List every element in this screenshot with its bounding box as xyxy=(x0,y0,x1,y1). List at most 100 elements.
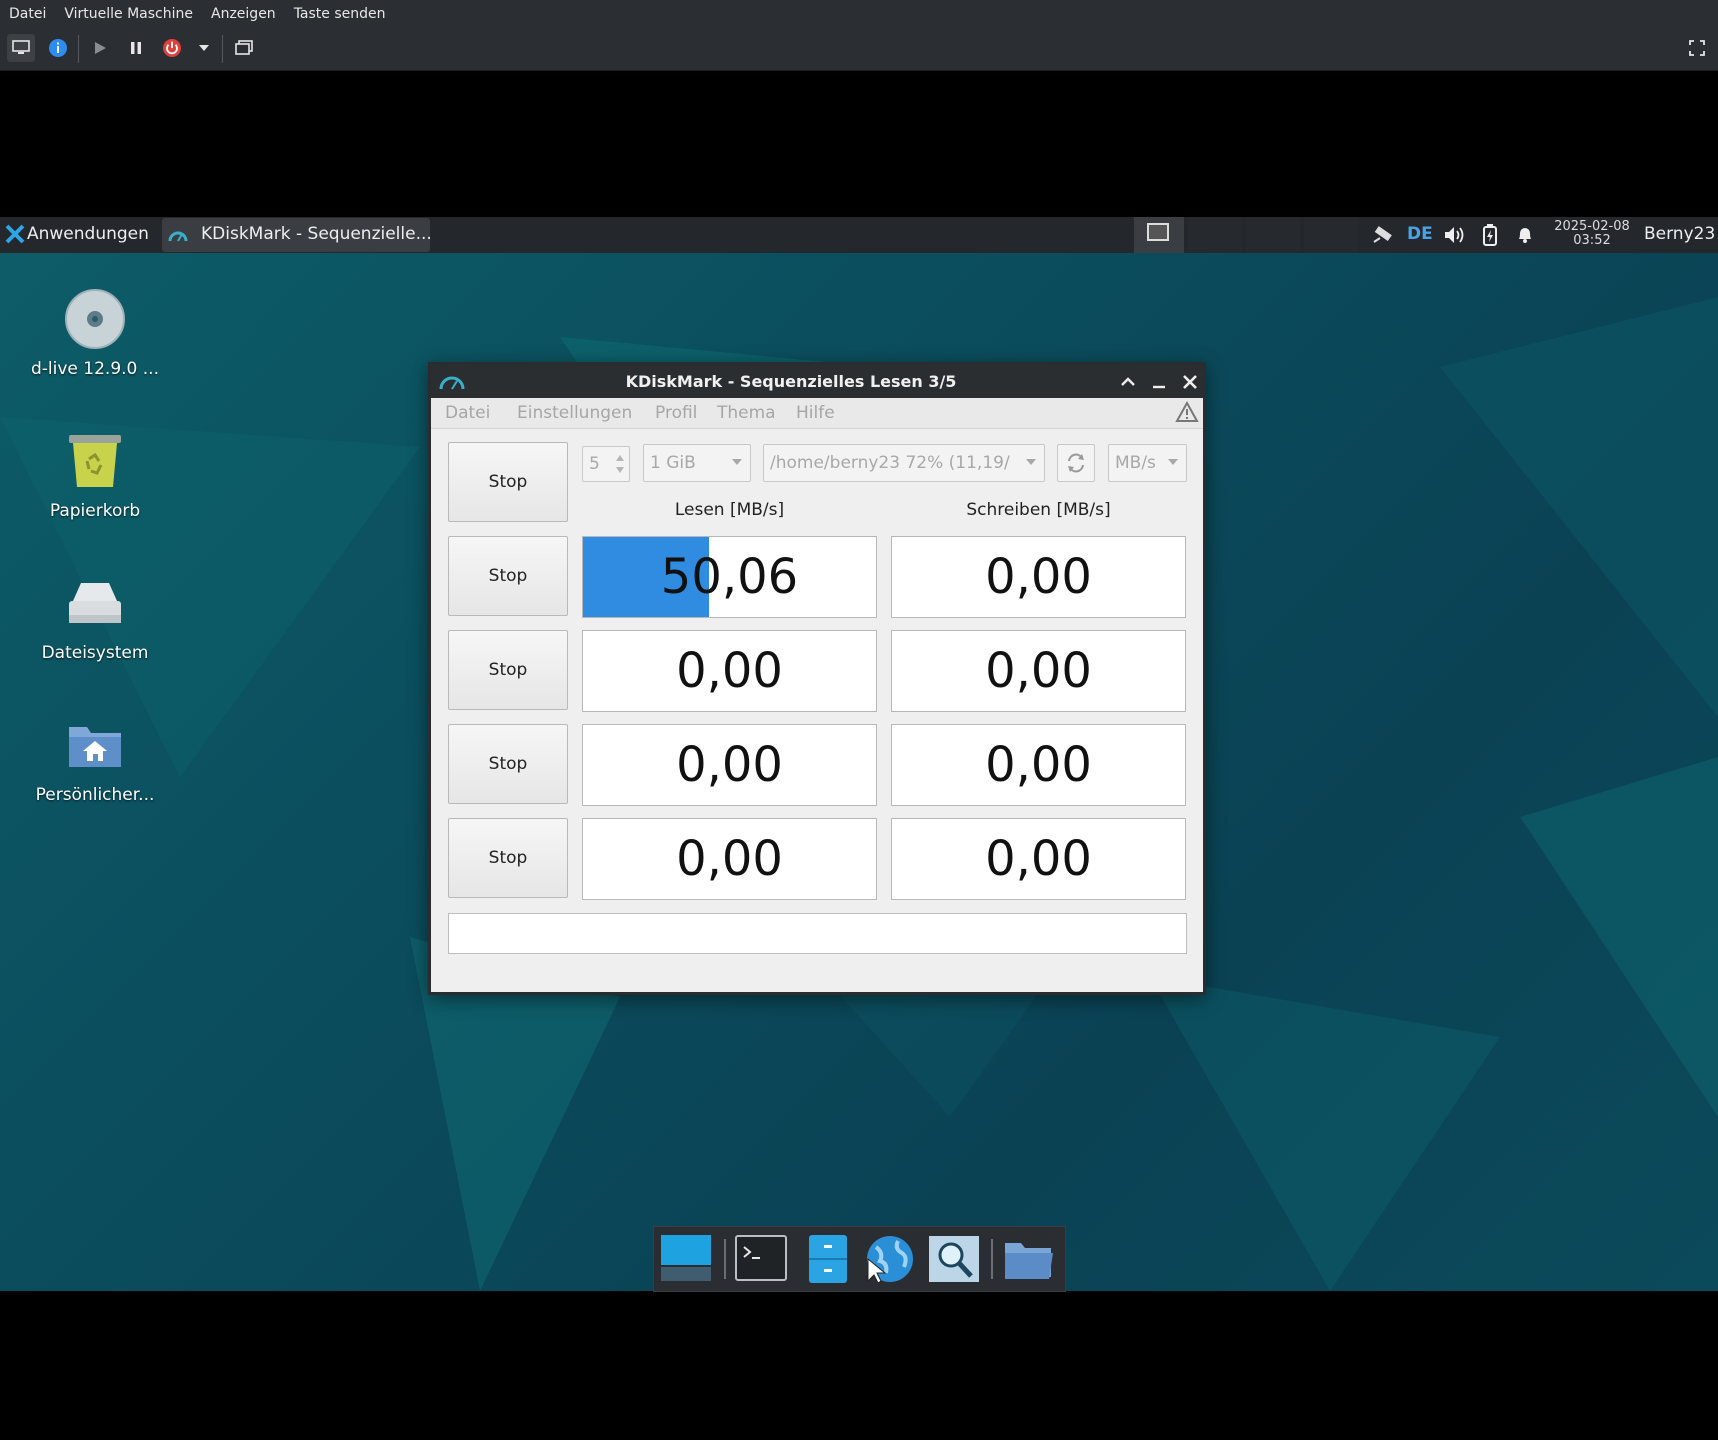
write-value: 0,00 xyxy=(985,643,1092,699)
host-menu-datei[interactable]: Datei xyxy=(0,6,55,22)
window-titlebar[interactable]: KDiskMark - Sequenzielles Lesen 3/5 xyxy=(431,365,1203,398)
menu-einstellungen[interactable]: Einstellungen xyxy=(517,403,632,423)
clock[interactable]: 2025-02-08 03:52 xyxy=(1552,220,1632,248)
taskbar-item-kdiskmark[interactable]: KDiskMark - Sequenzielle... xyxy=(162,218,432,252)
desktop-icon-label: Persönlicher... xyxy=(35,785,155,805)
target-path-select[interactable]: /home/berny23 72% (11,19/ xyxy=(763,444,1045,482)
home-folder-icon xyxy=(63,713,127,777)
notifications-bell-icon[interactable] xyxy=(1516,224,1534,244)
write-result-row-2: 0,00 xyxy=(891,630,1186,712)
write-column-header: Schreiben [MB/s] xyxy=(966,500,1111,520)
dock-file-manager-icon[interactable] xyxy=(801,1233,855,1285)
spin-arrows-icon[interactable] xyxy=(613,450,627,478)
host-menu-anzeigen[interactable]: Anzeigen xyxy=(202,6,285,22)
size-select[interactable]: 1 GiB xyxy=(643,444,751,482)
refresh-button[interactable] xyxy=(1057,444,1095,482)
menu-datei[interactable]: Datei xyxy=(445,403,490,423)
desktop-icon-dlive[interactable]: d-live 12.9.0 ... xyxy=(25,287,165,379)
guest-top-panel: Anwendungen KDiskMark - Sequenzielle... … xyxy=(0,217,1718,253)
workspace-4[interactable] xyxy=(1304,217,1358,253)
desktop-icon-dateisystem[interactable]: Dateisystem xyxy=(25,571,165,663)
host-menu-taste-senden[interactable]: Taste senden xyxy=(285,6,395,22)
battery-icon[interactable] xyxy=(1482,224,1498,246)
workspace-1[interactable] xyxy=(1134,217,1184,253)
dock-separator xyxy=(991,1239,993,1279)
play-icon[interactable] xyxy=(86,34,114,62)
clock-date: 2025-02-08 xyxy=(1554,219,1630,234)
unit-select[interactable]: MB/s xyxy=(1108,444,1187,482)
host-toolbar xyxy=(0,27,1718,71)
clock-time: 03:52 xyxy=(1573,233,1611,248)
comment-input[interactable] xyxy=(448,913,1187,954)
trash-icon xyxy=(63,429,127,493)
path-value: /home/berny23 72% (11,19/ xyxy=(770,453,1010,473)
network-icon[interactable] xyxy=(1372,225,1394,245)
read-value: 0,00 xyxy=(676,737,783,793)
pause-icon[interactable] xyxy=(122,34,150,62)
desktop-icon-label: Papierkorb xyxy=(49,501,141,521)
desktop-icon-home[interactable]: Persönlicher... xyxy=(25,713,165,805)
refresh-icon xyxy=(1068,453,1084,473)
read-result-row-2: 0,00 xyxy=(582,630,877,712)
stop-row-4-button[interactable]: Stop xyxy=(448,818,568,898)
runs-spinbox[interactable]: 5 xyxy=(582,446,630,482)
write-value: 0,00 xyxy=(985,549,1092,605)
desktop-icon-papierkorb[interactable]: Papierkorb xyxy=(25,429,165,521)
volume-icon[interactable] xyxy=(1443,225,1467,245)
window-icon[interactable] xyxy=(230,34,258,62)
read-column-header: Lesen [MB/s] xyxy=(674,500,785,520)
dock xyxy=(653,1226,1066,1292)
warning-icon[interactable] xyxy=(1175,400,1199,423)
runs-value: 5 xyxy=(589,454,600,474)
read-result-row-3: 0,00 xyxy=(582,724,877,806)
workspace-preview-icon xyxy=(1147,223,1169,241)
write-value: 0,00 xyxy=(985,737,1092,793)
workspace-3[interactable] xyxy=(1246,217,1300,253)
optical-disc-icon xyxy=(63,287,127,351)
power-menu-chevron-down-icon[interactable] xyxy=(190,34,218,62)
read-value: 50,06 xyxy=(660,549,799,605)
read-value: 0,00 xyxy=(676,831,783,887)
workspace-2[interactable] xyxy=(1188,217,1242,253)
close-icon[interactable] xyxy=(1180,372,1200,392)
xfce-apps-icon[interactable] xyxy=(5,224,25,244)
chevron-down-icon xyxy=(1168,459,1178,465)
dock-show-desktop-icon[interactable] xyxy=(659,1233,713,1285)
menu-profil[interactable]: Profil xyxy=(655,403,697,423)
info-icon[interactable] xyxy=(44,34,72,62)
stop-row-2-button[interactable]: Stop xyxy=(448,630,568,710)
write-result-row-4: 0,00 xyxy=(891,818,1186,900)
keyboard-layout-indicator[interactable]: DE xyxy=(1407,224,1433,244)
desktop-icon-label: d-live 12.9.0 ... xyxy=(31,359,159,379)
write-value: 0,00 xyxy=(985,831,1092,887)
applications-menu-button[interactable]: Anwendungen xyxy=(27,224,149,244)
maximize-icon[interactable] xyxy=(1118,372,1138,392)
read-result-row-1: 50,06 xyxy=(582,536,877,618)
minimize-icon[interactable] xyxy=(1149,372,1169,392)
stop-row-3-button[interactable]: Stop xyxy=(448,724,568,804)
read-value: 0,00 xyxy=(676,643,783,699)
window-title: KDiskMark - Sequenzielles Lesen 3/5 xyxy=(625,372,957,391)
power-icon[interactable] xyxy=(158,34,186,62)
desktop-icon-label: Dateisystem xyxy=(41,643,149,663)
write-result-row-1: 0,00 xyxy=(891,536,1186,618)
menu-hilfe[interactable]: Hilfe xyxy=(796,403,835,423)
user-menu[interactable]: Berny23 xyxy=(1644,224,1715,244)
read-result-row-4: 0,00 xyxy=(582,818,877,900)
fullscreen-icon[interactable] xyxy=(1683,34,1711,62)
dock-search-icon[interactable] xyxy=(927,1233,981,1285)
display-icon[interactable] xyxy=(7,34,35,62)
stop-all-button[interactable]: Stop xyxy=(448,442,568,522)
kdiskmark-icon xyxy=(168,227,188,243)
hard-drive-icon xyxy=(63,571,127,635)
dock-folder-icon[interactable] xyxy=(1001,1233,1055,1285)
chevron-down-icon xyxy=(732,459,742,465)
host-menubar: Datei Virtuelle Maschine Anzeigen Taste … xyxy=(0,0,1718,27)
dock-web-browser-icon[interactable] xyxy=(862,1233,916,1285)
menu-thema[interactable]: Thema xyxy=(717,403,776,423)
host-menu-virtuelle-maschine[interactable]: Virtuelle Maschine xyxy=(55,6,202,22)
dock-terminal-icon[interactable] xyxy=(734,1233,788,1285)
taskbar-item-label: KDiskMark - Sequenzielle... xyxy=(201,224,432,244)
dock-separator xyxy=(724,1239,726,1279)
stop-row-1-button[interactable]: Stop xyxy=(448,536,568,616)
